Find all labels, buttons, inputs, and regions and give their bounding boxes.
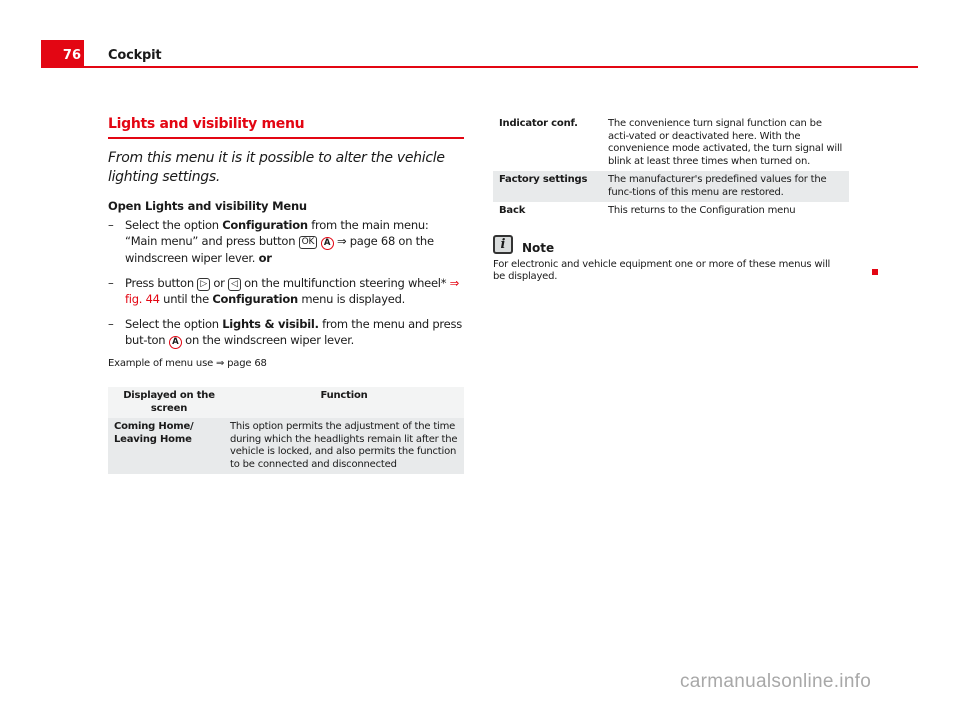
menu-table: Displayed on the screen Function Coming … [108, 387, 464, 474]
step-text: or [209, 276, 229, 290]
step-text: Select the option [125, 218, 223, 232]
intro-text: From this menu it is it possible to alte… [108, 150, 445, 185]
a-button-icon: A [320, 237, 334, 250]
menu-item-function: This returns to the Configuration menu [608, 205, 796, 216]
menu-item-name: Coming Home/ Leaving Home [114, 421, 194, 445]
menu-item-name: Back [499, 205, 526, 216]
menu-item-function: This option permits the adjustment of th… [230, 421, 458, 470]
section-title: Cockpit [108, 48, 162, 63]
section-end-marker [872, 269, 878, 275]
step-item: – Select the option Configuration from t… [108, 217, 464, 266]
bullet-dash: – [108, 317, 114, 331]
table-row: Back This returns to the Configuration m… [493, 202, 849, 221]
menu-item-name: Factory settings [499, 174, 588, 185]
note-title: Note [522, 240, 555, 255]
table-row: Indicator conf. The convenience turn sig… [493, 115, 849, 171]
step-text: on the multifunction steering wheel* [240, 276, 450, 290]
option-name: Lights & visibil. [222, 317, 319, 331]
right-column: Indicator conf. The convenience turn sig… [493, 115, 849, 284]
bullet-dash: – [108, 218, 114, 232]
prev-button-icon: ◁ [228, 278, 241, 291]
step-text: Press button [125, 276, 198, 290]
menu-table-continued: Indicator conf. The convenience turn sig… [493, 115, 849, 221]
table-row: Coming Home/ Leaving Home This option pe… [108, 418, 464, 474]
step-text: on the windscreen wiper lever. [181, 333, 355, 347]
step-text: menu is displayed. [297, 292, 406, 306]
a-button-icon: A [168, 336, 182, 349]
menu-item-name: Indicator conf. [499, 118, 578, 129]
step-item: – Select the option Lights & visibil. fr… [108, 316, 464, 349]
menu-item-function: The convenience turn signal function can… [608, 118, 843, 167]
left-column: Lights and visibility menu From this men… [108, 116, 464, 474]
table-row: Factory settings The manufacturer's pred… [493, 171, 849, 202]
step-text: until the [159, 292, 213, 306]
page-heading: Lights and visibility menu [108, 116, 464, 139]
subheading: Open Lights and visibility Menu [108, 199, 307, 213]
info-icon: i [493, 235, 513, 254]
watermark: carmanualsonline.info [680, 671, 872, 692]
bullet-dash: – [108, 276, 114, 290]
note-text: For electronic and vehicle equipment one… [493, 258, 831, 283]
or-text: or [258, 251, 272, 265]
next-button-icon: ▷ [197, 278, 210, 291]
step-text: Select the option [125, 317, 223, 331]
option-name: Configuration [212, 292, 298, 306]
ok-button-icon: OK [298, 236, 318, 249]
step-item: – Press button ▷ or ◁ on the multifuncti… [108, 275, 464, 307]
note-box: i Note For electronic and vehicle equipm… [493, 235, 847, 284]
option-name: Configuration [222, 218, 308, 232]
note-header: i Note [493, 235, 847, 255]
header-rule [41, 66, 918, 68]
table-header-row: Displayed on the screen Function [108, 387, 464, 418]
column-header-function: Function [320, 390, 368, 401]
page-number: 76 [62, 48, 81, 63]
example-reference[interactable]: Example of menu use ⇒ page 68 [108, 358, 464, 369]
menu-item-function: The manufacturer's predefined values for… [608, 174, 827, 198]
column-header-displayed: Displayed on the screen [123, 390, 215, 414]
steps-list: – Select the option Configuration from t… [108, 217, 464, 349]
